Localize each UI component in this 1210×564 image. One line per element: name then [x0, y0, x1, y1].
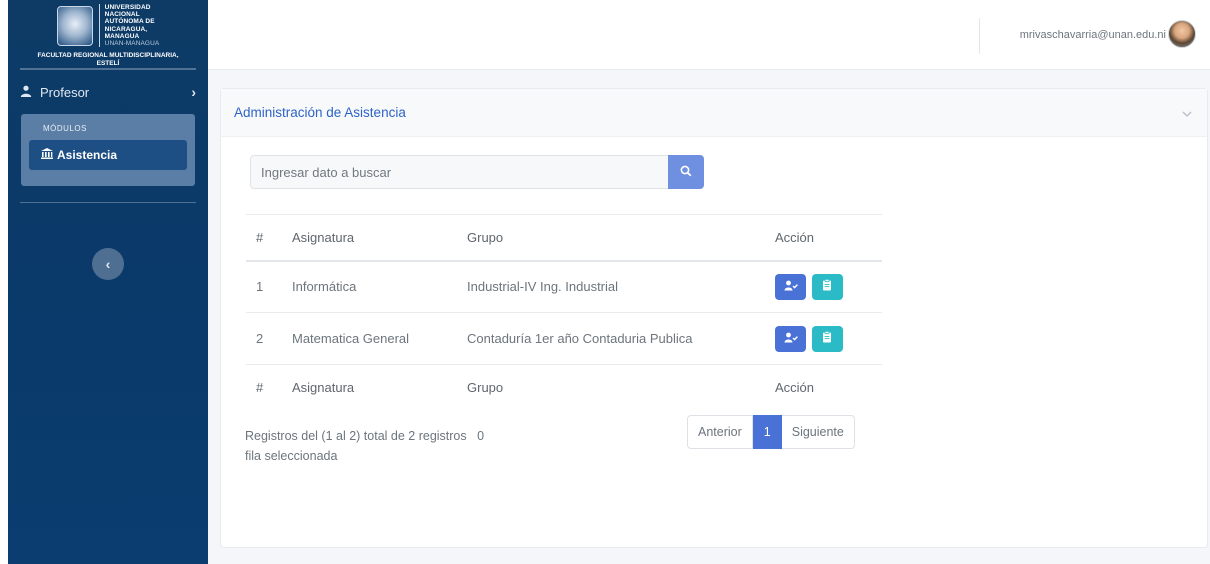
sidebar-item-asistencia[interactable]: Asistencia	[29, 140, 187, 170]
row-asignatura: Matematica General	[282, 312, 457, 365]
user-check-icon	[784, 331, 798, 346]
card-header: Administración de Asistencia	[221, 89, 1207, 137]
modules-title: MÓDULOS	[43, 124, 87, 133]
pagination: Anterior 1 Siguiente	[687, 415, 855, 449]
sidebar: UNIVERSIDAD NACIONAL AUTÓNOMA DE NICARAG…	[8, 0, 208, 564]
clipboard-icon	[822, 279, 832, 294]
university-sub: UNAN-MANAGUA	[104, 40, 160, 48]
attendance-card: Administración de Asistencia # Asignatur…	[220, 88, 1208, 548]
university-name-line: MANAGUA	[104, 32, 140, 40]
chevron-left-icon: ‹	[105, 256, 111, 272]
chevron-right-icon: ›	[191, 84, 196, 100]
university-name: UNIVERSIDAD NACIONAL AUTÓNOMA DE NICARAG…	[98, 4, 160, 48]
sidebar-item-profesor[interactable]: Profesor ›	[8, 70, 208, 114]
institution-icon	[41, 148, 53, 162]
table-row[interactable]: 1 Informática Industrial-IV Ing. Industr…	[246, 260, 882, 313]
sidebar-divider	[20, 68, 196, 70]
row-number: 1	[246, 260, 282, 313]
university-name-line: UNIVERSIDAD	[104, 4, 151, 11]
row-number: 2	[246, 312, 282, 365]
report-button[interactable]	[811, 273, 843, 300]
table-header-row: # Asignatura Grupo Acción	[246, 214, 882, 262]
take-attendance-button[interactable]	[775, 273, 806, 300]
row-asignatura: Informática	[282, 260, 457, 313]
university-seal-icon	[56, 5, 93, 46]
search-input[interactable]	[250, 155, 668, 189]
row-grupo: Contaduría 1er año Contaduria Publica	[457, 312, 765, 365]
subjects-table: # Asignatura Grupo Acción 1 Informática …	[246, 214, 882, 411]
records-info: Registros del (1 al 2) total de 2 regist…	[245, 426, 485, 466]
table-footer-row: # Asignatura Grupo Acción	[246, 364, 882, 411]
column-header-number: #	[246, 214, 282, 262]
chevron-down-icon[interactable]	[1182, 106, 1192, 120]
sidebar-item-label: Asistencia	[57, 148, 118, 162]
column-header-accion: Acción	[765, 214, 882, 262]
records-count: Registros del (1 al 2) total de 2 regist…	[245, 429, 467, 443]
modules-panel: MÓDULOS Asistencia	[21, 114, 195, 186]
column-footer-asignatura: Asignatura	[282, 364, 457, 411]
row-grupo: Industrial-IV Ing. Industrial	[457, 260, 765, 313]
column-footer-grupo: Grupo	[457, 364, 765, 411]
university-name-line: AUTÓNOMA DE	[104, 18, 155, 26]
university-logo: UNIVERSIDAD NACIONAL AUTÓNOMA DE NICARAG…	[56, 4, 160, 48]
row-actions	[765, 260, 882, 313]
search-button[interactable]	[668, 155, 704, 189]
topbar-divider	[979, 18, 980, 54]
avatar[interactable]	[1168, 20, 1196, 48]
table-row[interactable]: 2 Matematica General Contaduría 1er año …	[246, 312, 882, 365]
row-actions	[765, 312, 882, 365]
column-header-asignatura: Asignatura	[282, 214, 457, 262]
logo-area: UNIVERSIDAD NACIONAL AUTÓNOMA DE NICARAG…	[8, 0, 208, 68]
sidebar-divider	[20, 202, 196, 203]
user-icon	[20, 85, 34, 100]
column-footer-number: #	[246, 364, 282, 411]
pagination-next[interactable]: Siguiente	[781, 415, 855, 449]
search-icon	[680, 165, 692, 180]
column-footer-accion: Acción	[765, 364, 882, 411]
take-attendance-button[interactable]	[775, 325, 806, 352]
pagination-page-1[interactable]: 1	[752, 415, 782, 449]
main-content: Administración de Asistencia # Asignatur…	[208, 70, 1210, 564]
sidebar-item-label: Profesor	[40, 84, 90, 100]
user-check-icon	[784, 279, 798, 294]
pagination-previous[interactable]: Anterior	[687, 415, 753, 449]
faculty-name: FACULTAD REGIONAL MULTIDISCIPLINARIA, ES…	[37, 52, 178, 68]
report-button[interactable]	[811, 325, 843, 352]
column-header-grupo: Grupo	[457, 214, 765, 262]
university-name-line: NICARAGUA,	[104, 25, 148, 33]
user-email[interactable]: mrivaschavarria@unan.edu.ni	[1020, 29, 1166, 41]
search-bar	[250, 155, 704, 189]
top-bar: mrivaschavarria@unan.edu.ni	[208, 0, 1210, 70]
clipboard-icon	[822, 330, 832, 346]
sidebar-collapse-button[interactable]: ‹	[92, 248, 124, 280]
page-title: Administración de Asistencia	[234, 105, 406, 120]
